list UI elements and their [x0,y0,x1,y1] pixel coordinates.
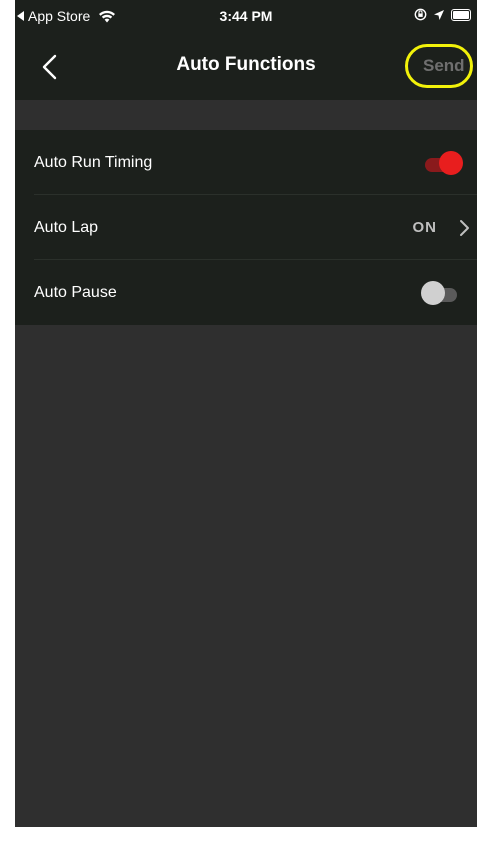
setting-label: Auto Lap [34,218,99,236]
setting-label: Auto Pause [34,283,117,301]
status-bar: App Store 3:44 PM [15,0,477,34]
app-screen: App Store 3:44 PM Auto Functions Send Au… [15,0,477,827]
battery-icon [451,8,471,21]
status-time: 3:44 PM [219,8,273,24]
setting-row-auto-pause: Auto Pause [15,260,477,325]
status-right-icons [414,8,471,21]
setting-row-auto-run-timing: Auto Run Timing [15,130,477,195]
navigation-bar: Auto Functions Send [15,34,477,100]
send-button[interactable]: Send [423,56,465,76]
orientation-lock-icon [414,8,427,21]
section-spacer [15,100,477,130]
setting-value: ON [412,219,437,236]
location-icon [434,9,444,20]
setting-label: Auto Run Timing [34,153,153,171]
setting-row-auto-lap[interactable]: Auto Lap ON [15,195,477,260]
auto-pause-toggle[interactable] [419,281,463,305]
auto-run-timing-toggle[interactable] [419,151,463,175]
send-button-area: Send [405,44,477,90]
chevron-right-icon [460,220,469,236]
toggle-knob [439,151,463,175]
toggle-knob [421,281,445,305]
settings-list: Auto Run Timing Auto Lap ON Auto Pause [15,130,477,325]
